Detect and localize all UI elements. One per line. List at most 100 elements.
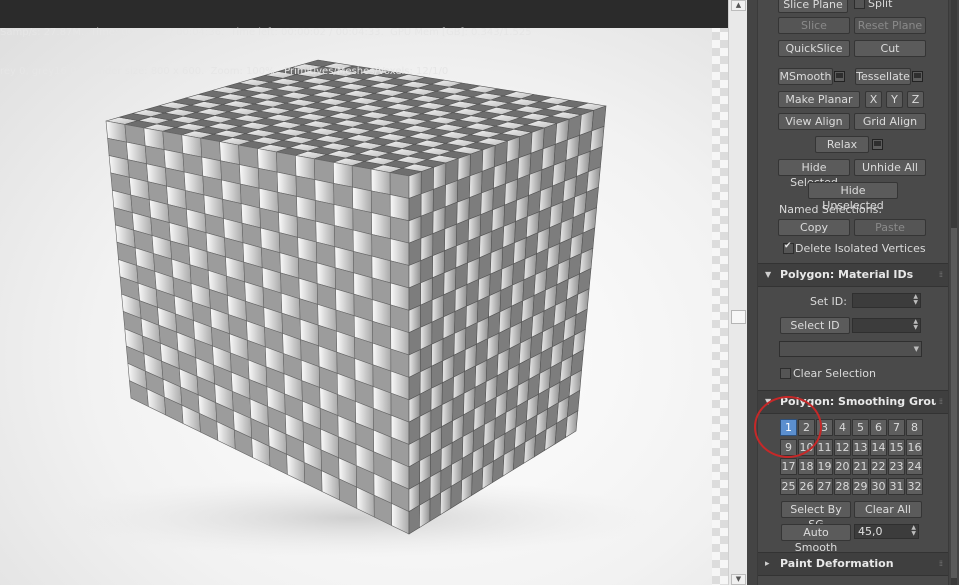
auto-smooth-button[interactable]: Auto Smooth — [781, 524, 851, 554]
cube-tile — [351, 165, 372, 192]
paint-deformation-rollout-header[interactable]: ▸ Paint Deformation ⁞⁞ — [758, 552, 948, 576]
smoothing-group-button[interactable]: 16 — [906, 439, 923, 456]
smoothing-group-button[interactable]: 25 — [780, 478, 797, 495]
command-panel-scrollbar[interactable] — [951, 0, 957, 585]
drag-grip-icon[interactable]: ⁞⁞ — [939, 270, 943, 279]
spinner-arrows-icon[interactable]: ▲ ▼ — [913, 294, 918, 306]
planar-z-button[interactable]: Z — [907, 91, 924, 108]
spinner-arrows-icon[interactable]: ▲ ▼ — [911, 525, 916, 537]
reset-plane-button[interactable]: Reset Plane — [854, 17, 926, 34]
smoothing-group-button[interactable]: 23 — [888, 458, 905, 475]
smoothing-group-button[interactable]: 27 — [816, 478, 833, 495]
smoothing-group-button[interactable]: 22 — [870, 458, 887, 475]
render-viewport: Samp/s: 27.87M. Time: 00:00:02 / 00:04:3… — [0, 0, 728, 585]
make-planar-button[interactable]: Make Planar — [778, 91, 860, 108]
smoothing-group-button[interactable]: 6 — [870, 419, 887, 436]
hide-unselected-button[interactable]: Hide Unselected — [808, 182, 898, 212]
auto-smooth-threshold-spinner[interactable]: 45,0 ▲ ▼ — [854, 524, 919, 539]
cube-tile — [389, 172, 410, 199]
smoothing-group-button[interactable]: 28 — [834, 478, 851, 495]
smoothing-group-button[interactable]: 32 — [906, 478, 923, 495]
view-align-button[interactable]: View Align — [778, 113, 850, 130]
tessellate-button[interactable]: Tessellate — [855, 68, 911, 85]
render-stats-bar: Samp/s: 27.87M. Time: 00:00:02 / 00:04:3… — [0, 0, 728, 77]
smoothing-group-button[interactable]: 21 — [852, 458, 869, 475]
planar-y-button[interactable]: Y — [886, 91, 903, 108]
select-by-sg-button[interactable]: Select By SG — [781, 501, 851, 531]
smoothing-group-button[interactable]: 29 — [852, 478, 869, 495]
render-stats-line-2: rey 0, grey16 0. Render size: 800 x 600.… — [0, 66, 449, 77]
msmooth-button[interactable]: MSmooth — [778, 68, 833, 85]
drag-grip-icon[interactable]: ⁞⁞ — [939, 559, 943, 568]
hide-selected-button[interactable]: Hide Selected — [778, 159, 850, 189]
red-highlight-annotation — [754, 396, 822, 458]
smoothing-group-button[interactable]: 17 — [780, 458, 797, 475]
material-name-dropdown[interactable]: ▼ — [779, 341, 922, 357]
scrollbar-thumb[interactable] — [731, 310, 746, 324]
smoothing-group-button[interactable]: 18 — [798, 458, 815, 475]
smoothing-group-button[interactable]: 26 — [798, 478, 815, 495]
select-id-button[interactable]: Select ID — [780, 317, 850, 334]
quickslice-button[interactable]: QuickSlice — [778, 40, 850, 57]
smoothing-group-button[interactable]: 15 — [888, 439, 905, 456]
cube-tile — [389, 194, 410, 222]
cube-faces — [105, 59, 607, 535]
spinner-arrows-icon[interactable]: ▲ ▼ — [913, 319, 918, 331]
smoothing-group-button[interactable]: 30 — [870, 478, 887, 495]
unhide-all-button[interactable]: Unhide All — [854, 159, 926, 176]
relax-settings-icon[interactable] — [872, 139, 883, 150]
expand-triangle-icon: ▸ — [765, 559, 770, 569]
set-id-label: Set ID: — [810, 295, 847, 308]
smoothing-group-button[interactable]: 4 — [834, 419, 851, 436]
tessellate-settings-icon[interactable] — [912, 71, 923, 82]
select-id-spinner[interactable]: ▲ ▼ — [852, 318, 921, 333]
copy-button[interactable]: Copy — [778, 219, 850, 236]
delete-isolated-vertices-checkbox[interactable] — [783, 241, 794, 254]
smoothing-group-button[interactable]: 12 — [834, 439, 851, 456]
smoothing-group-button[interactable]: 20 — [834, 458, 851, 475]
modify-rollouts: Slice Plane Split Slice Reset Plane Quic… — [757, 0, 949, 585]
named-selections-label: Named Selections: — [779, 203, 883, 216]
collapse-triangle-icon: ▼ — [765, 270, 772, 279]
smoothing-group-button[interactable]: 14 — [870, 439, 887, 456]
cube-tile — [295, 155, 316, 180]
msmooth-settings-icon[interactable] — [834, 71, 845, 82]
paint-deformation-title: Paint Deformation — [780, 557, 894, 570]
smoothing-group-button[interactable]: 11 — [816, 439, 833, 456]
smoothing-group-button[interactable]: 31 — [888, 478, 905, 495]
chevron-down-icon[interactable]: ▼ — [914, 346, 919, 353]
planar-x-button[interactable]: X — [865, 91, 882, 108]
clear-selection-label: Clear Selection — [793, 367, 876, 380]
material-ids-title: Polygon: Material IDs — [780, 268, 914, 281]
smoothing-group-button[interactable]: 19 — [816, 458, 833, 475]
clear-all-button[interactable]: Clear All — [854, 501, 922, 518]
material-ids-rollout-header[interactable]: ▼ Polygon: Material IDs ⁞⁞ — [758, 263, 948, 287]
viewport-vertical-scrollbar[interactable]: ▲ ▼ — [728, 0, 747, 585]
clear-selection-checkbox[interactable] — [780, 368, 791, 379]
cube-tile — [332, 161, 353, 188]
paste-button[interactable]: Paste — [854, 219, 926, 236]
smoothing-group-button[interactable]: 13 — [852, 439, 869, 456]
drag-grip-icon[interactable]: ⁞⁞ — [939, 397, 943, 406]
command-panel: Slice Plane Split Slice Reset Plane Quic… — [747, 0, 959, 585]
auto-smooth-threshold-value: 45,0 — [858, 525, 883, 538]
split-checkbox[interactable] — [854, 0, 865, 9]
scroll-up-arrow-icon[interactable]: ▲ — [731, 0, 746, 11]
slice-plane-button[interactable]: Slice Plane — [778, 0, 848, 13]
relax-button[interactable]: Relax — [815, 136, 869, 153]
smoothing-group-button[interactable]: 24 — [906, 458, 923, 475]
smoothing-group-button[interactable]: 7 — [888, 419, 905, 436]
cube-tile — [370, 190, 391, 218]
cut-button[interactable]: Cut — [854, 40, 926, 57]
grid-align-button[interactable]: Grid Align — [854, 113, 926, 130]
cube-tile — [313, 158, 334, 184]
scroll-down-arrow-icon[interactable]: ▼ — [731, 574, 746, 585]
smoothing-group-button[interactable]: 8 — [906, 419, 923, 436]
smoothing-group-button[interactable]: 5 — [852, 419, 869, 436]
command-panel-scroll-thumb[interactable] — [951, 228, 957, 578]
render-stats-line-1: Samp/s: 27.87M. Time: 00:00:02 / 00:04:3… — [0, 27, 532, 38]
set-id-spinner[interactable]: ▲ ▼ — [852, 293, 921, 308]
cube-tile — [370, 168, 391, 195]
slice-button[interactable]: Slice — [778, 17, 850, 34]
split-label: Split — [868, 0, 893, 10]
